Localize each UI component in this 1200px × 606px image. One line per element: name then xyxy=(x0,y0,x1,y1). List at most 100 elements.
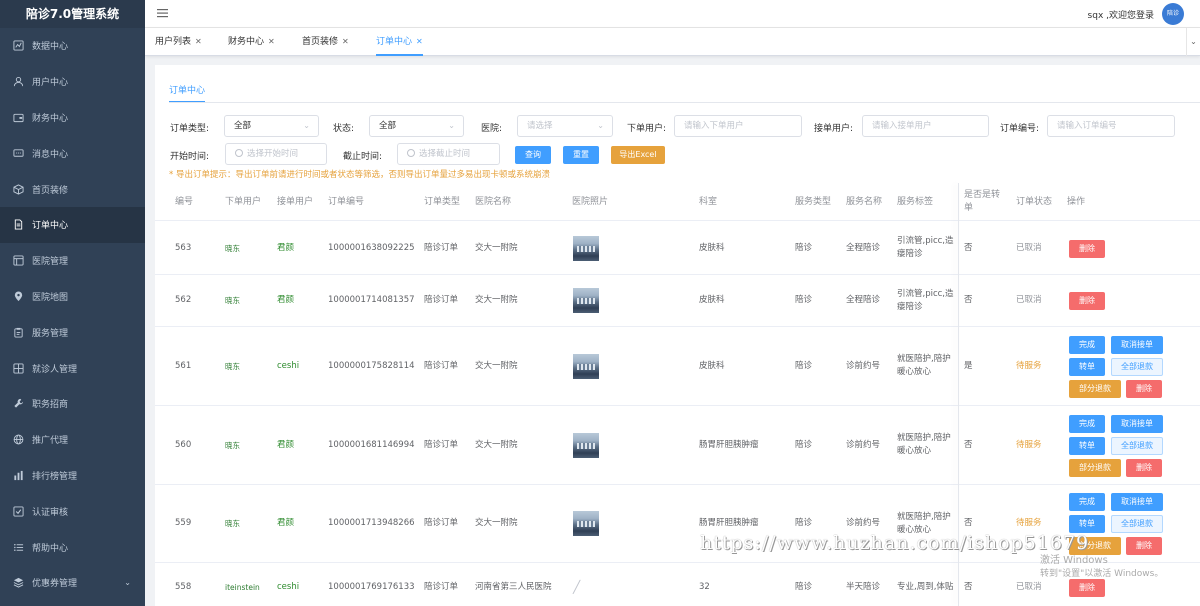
wallet-icon xyxy=(12,111,24,123)
hospital-photo[interactable] xyxy=(573,235,599,261)
cancel-accept-button[interactable]: 取消接单 xyxy=(1111,336,1163,354)
sidebar-item-6[interactable]: 订单中心 xyxy=(0,206,145,243)
delete-button[interactable]: 删除 xyxy=(1069,292,1105,310)
order-type-select[interactable]: 全部 ⌄ xyxy=(224,115,319,137)
cell-dept: 肠胃肝胆胰肿瘤 xyxy=(699,439,759,450)
tab-finance[interactable]: 财务中心 ✕ xyxy=(228,28,275,56)
hospital-photo[interactable] xyxy=(573,511,599,536)
delete-button[interactable]: 删除 xyxy=(1069,240,1105,258)
close-icon[interactable]: ✕ xyxy=(268,37,275,46)
sidebar-item-label: 财务中心 xyxy=(32,113,69,124)
col-order-type: 订单类型 xyxy=(424,196,461,207)
complete-button[interactable]: 完成 xyxy=(1069,415,1105,433)
sidebar-nav: 数据中心用户中心财务中心消息中心 首页装修订单中心医院管理 医院地图服务管理就诊人管… xyxy=(0,28,145,601)
cancel-accept-button[interactable]: 取消接单 xyxy=(1111,493,1163,511)
delete-button[interactable]: 删除 xyxy=(1126,459,1162,477)
cell-order-user: 晓东 xyxy=(225,519,240,528)
close-icon[interactable]: ✕ xyxy=(342,37,349,46)
hospital-photo[interactable] xyxy=(573,432,599,458)
tab-order-center[interactable]: 订单中心 ✕ xyxy=(376,28,423,56)
sidebar-item-1[interactable]: 数据中心 xyxy=(0,28,145,64)
tab-user-list[interactable]: 用户列表 ✕ xyxy=(155,28,202,56)
clock-icon xyxy=(407,149,415,157)
list-icon xyxy=(12,541,24,553)
cell-status: 已取消 xyxy=(1016,295,1042,305)
close-icon[interactable]: ✕ xyxy=(416,37,423,46)
cell-accept-user: 君颜 xyxy=(277,518,295,528)
cell-service-name: 全程陪诊 xyxy=(846,242,881,253)
complete-button[interactable]: 完成 xyxy=(1069,336,1105,354)
cancel-accept-button[interactable]: 取消接单 xyxy=(1111,415,1163,433)
sidebar-item-14[interactable]: 认证审核 xyxy=(0,493,145,529)
accept-user-input[interactable]: 请输入接单用户 xyxy=(862,115,989,137)
refund-all-button[interactable]: 全部退款 xyxy=(1111,515,1163,533)
sidebar-item-16[interactable]: 优惠券管理 ⌄ xyxy=(0,565,145,601)
sidebar-item-label: 用户中心 xyxy=(32,78,69,89)
hospital-label: 医院: xyxy=(481,124,503,134)
hospital-placeholder: 请选择 xyxy=(527,121,553,131)
col-hospital: 医院名称 xyxy=(475,196,512,207)
hospital-select[interactable]: 请选择 ⌄ xyxy=(517,115,613,137)
start-time-picker[interactable]: 选择开始时间 xyxy=(225,143,327,165)
status-select[interactable]: 全部 ⌄ xyxy=(369,115,464,137)
refund-part-button[interactable]: 部分退款 xyxy=(1069,380,1121,398)
end-time-picker[interactable]: 选择截止时间 xyxy=(397,143,500,165)
close-icon[interactable]: ✕ xyxy=(195,37,202,46)
accept-user-placeholder: 请输入接单用户 xyxy=(872,121,932,131)
cell-service-type: 陪诊 xyxy=(795,295,813,305)
sidebar-item-3[interactable]: 财务中心 xyxy=(0,100,145,136)
chevron-down-icon[interactable]: ⌄ xyxy=(1186,28,1200,56)
delete-button[interactable]: 删除 xyxy=(1069,579,1105,597)
sidebar-item-13[interactable]: 排行榜管理 xyxy=(0,458,145,494)
sidebar-item-9[interactable]: 服务管理 xyxy=(0,314,145,350)
cell-hospital: 交大一附院 xyxy=(475,242,518,253)
transfer-button[interactable]: 转单 xyxy=(1069,515,1105,533)
cell-order-no: 1000000175828114 xyxy=(328,360,415,371)
sidebar-item-2[interactable]: 用户中心 xyxy=(0,64,145,100)
transfer-button[interactable]: 转单 xyxy=(1069,437,1105,455)
sidebar-item-11[interactable]: 职务招商 xyxy=(0,386,145,422)
delete-button[interactable]: 删除 xyxy=(1126,537,1162,555)
cell-hospital: 交大一附院 xyxy=(475,439,518,450)
divider xyxy=(169,102,1200,103)
table-row: 561 晓东 ceshi 1000000175828114 陪诊订单 交大一附院 皮肤科 陪诊… xyxy=(155,327,1200,406)
col-accept-user: 接单用户 xyxy=(277,196,314,207)
sidebar-item-10[interactable]: 就诊人管理 xyxy=(0,350,145,386)
sidebar-item-15[interactable]: 帮助中心 xyxy=(0,529,145,565)
cell-dept: 皮肤科 xyxy=(699,360,725,371)
cell-transfer: 否 xyxy=(964,242,973,253)
sidebar-item-4[interactable]: 消息中心 xyxy=(0,135,145,171)
refund-part-button[interactable]: 部分退款 xyxy=(1069,459,1121,477)
panel-title[interactable]: 订单中心 xyxy=(169,83,206,103)
cell-service-type: 陪诊 xyxy=(795,582,813,592)
reset-button[interactable]: 重置 xyxy=(563,146,599,164)
cell-service-name: 全程陪诊 xyxy=(846,295,881,305)
col-actions: 操作 xyxy=(1067,196,1086,207)
delete-button[interactable]: 删除 xyxy=(1126,380,1162,398)
sidebar-item-label: 服务管理 xyxy=(32,328,69,339)
refund-all-button[interactable]: 全部退款 xyxy=(1111,358,1163,376)
tab-label: 用户列表 xyxy=(155,37,192,47)
transfer-button[interactable]: 转单 xyxy=(1069,358,1105,376)
sidebar-item-label: 数据中心 xyxy=(32,42,69,53)
tab-home-decoration[interactable]: 首页装修 ✕ xyxy=(302,28,349,56)
hospital-photo[interactable] xyxy=(573,288,599,313)
refund-all-button[interactable]: 全部退款 xyxy=(1111,437,1163,455)
cell-order-user: 晓东 xyxy=(225,440,240,450)
hospital-photo[interactable] xyxy=(573,353,599,379)
export-excel-button[interactable]: 导出Excel xyxy=(611,146,665,164)
sidebar-item-label: 帮助中心 xyxy=(32,543,69,554)
query-button[interactable]: 查询 xyxy=(515,146,551,164)
sidebar-item-8[interactable]: 医院地图 xyxy=(0,279,145,315)
order-user-input[interactable]: 请输入下单用户 xyxy=(674,115,802,137)
order-no-input[interactable]: 请输入订单编号 xyxy=(1047,115,1175,137)
cell-service-name: 诊前约号 xyxy=(846,439,881,450)
sidebar-item-label: 订单中心 xyxy=(32,221,69,232)
sidebar-item-7[interactable]: 医院管理 xyxy=(0,243,145,279)
sidebar-item-12[interactable]: 推广代理 xyxy=(0,422,145,458)
watermark-text: https://www.huzhan.com/ishop51679 xyxy=(700,532,1090,554)
hamburger-icon[interactable] xyxy=(157,7,169,19)
complete-button[interactable]: 完成 xyxy=(1069,493,1105,511)
avatar[interactable]: 陪诊 xyxy=(1162,3,1184,25)
sidebar-item-5[interactable]: 首页装修 xyxy=(0,171,145,207)
